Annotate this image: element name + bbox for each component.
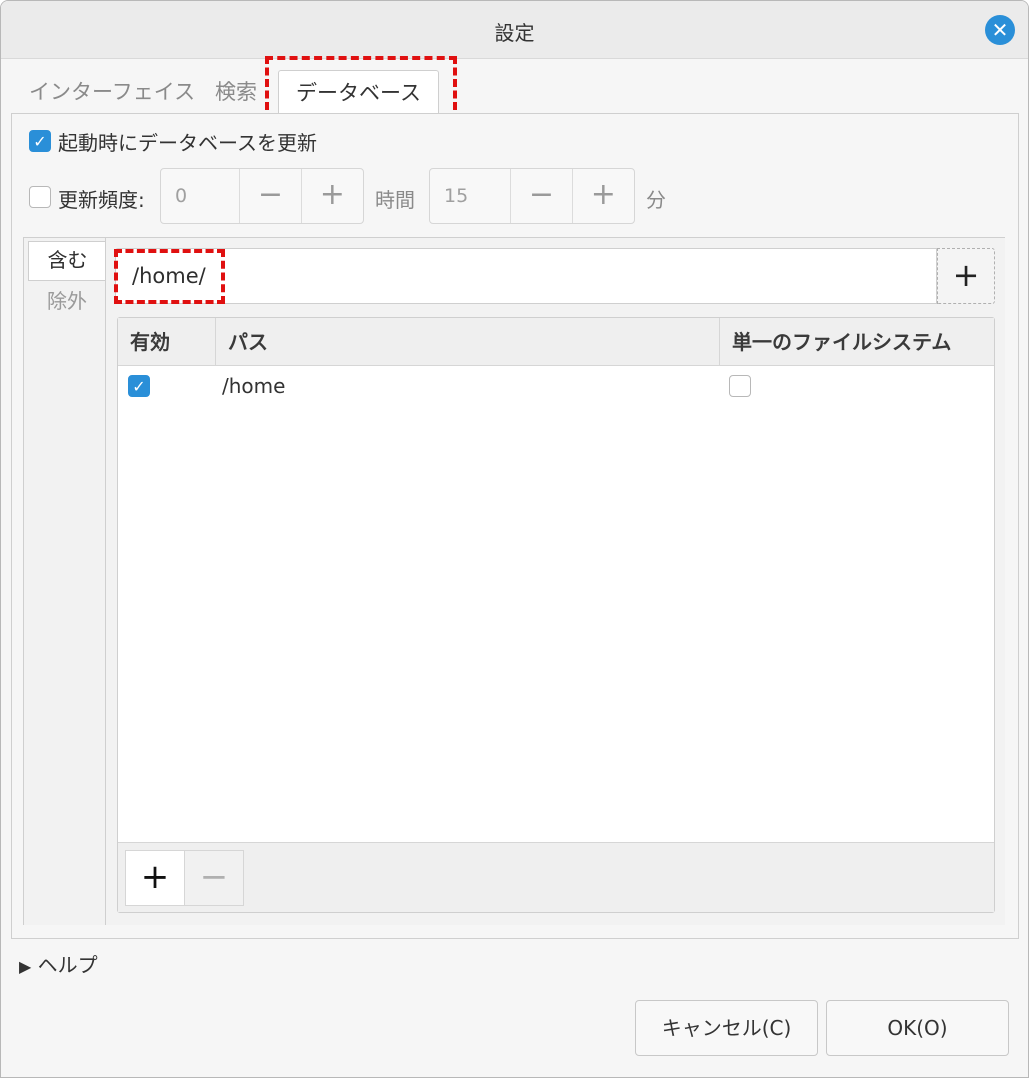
side-tab-include[interactable]: 含む [28,241,106,281]
remove-row-button[interactable]: − [184,850,244,906]
side-tab-exclude[interactable]: 除外 [28,283,106,323]
path-input[interactable]: /home/ [115,248,937,304]
side-tab-strip [23,237,106,925]
ok-button[interactable]: OK(O) [826,1000,1009,1056]
hours-spinner: 0 − + [160,168,364,224]
minutes-increment-button[interactable]: + [573,169,634,223]
minutes-unit-label: 分 [646,188,666,212]
close-icon[interactable]: ✕ [985,15,1015,45]
update-on-start-label: 起動時にデータベースを更新 [58,131,317,155]
update-frequency-checkbox[interactable] [29,186,51,208]
dialog-title: 設定 [494,21,535,45]
help-expander[interactable]: ▶ ヘルプ [19,949,98,978]
hours-unit-label: 時間 [375,188,415,212]
hours-value[interactable]: 0 [161,169,241,223]
add-path-button[interactable]: + [937,248,995,304]
column-header-single-fs[interactable]: 単一のファイルシステム [720,318,996,366]
table-header: 有効 パス 単一のファイルシステム [118,318,994,366]
add-row-button[interactable]: + [125,850,185,906]
help-label: ヘルプ [37,953,98,977]
hours-decrement-button[interactable]: − [240,169,302,223]
settings-dialog: 設定 ✕ インターフェイス 検索 データベース ✓ 起動時にデータベースを更新 … [0,0,1029,1078]
tab-interface[interactable]: インターフェイス [29,70,195,114]
expander-triangle-icon: ▶ [19,957,32,976]
update-frequency-label: 更新頻度: [58,188,145,212]
table-toolbar: + − [118,842,994,912]
row-path: /home [222,374,286,398]
cancel-button[interactable]: キャンセル(C) [635,1000,818,1056]
hours-increment-button[interactable]: + [302,169,363,223]
title-bar: 設定 ✕ [1,1,1028,59]
update-on-start-checkbox[interactable]: ✓ [29,130,51,152]
minutes-spinner: 15 − + [429,168,635,224]
column-header-path[interactable]: パス [216,318,720,366]
minutes-decrement-button[interactable]: − [511,169,573,223]
column-header-enabled[interactable]: 有効 [118,318,216,366]
tab-database[interactable]: データベース [278,70,439,114]
tab-search[interactable]: 検索 [215,70,257,114]
row-enabled-checkbox[interactable]: ✓ [128,375,150,397]
paths-table: 有効 パス 単一のファイルシステム ✓ /home + − [117,317,995,913]
minutes-value[interactable]: 15 [430,169,512,223]
row-single-fs-checkbox[interactable] [729,375,751,397]
